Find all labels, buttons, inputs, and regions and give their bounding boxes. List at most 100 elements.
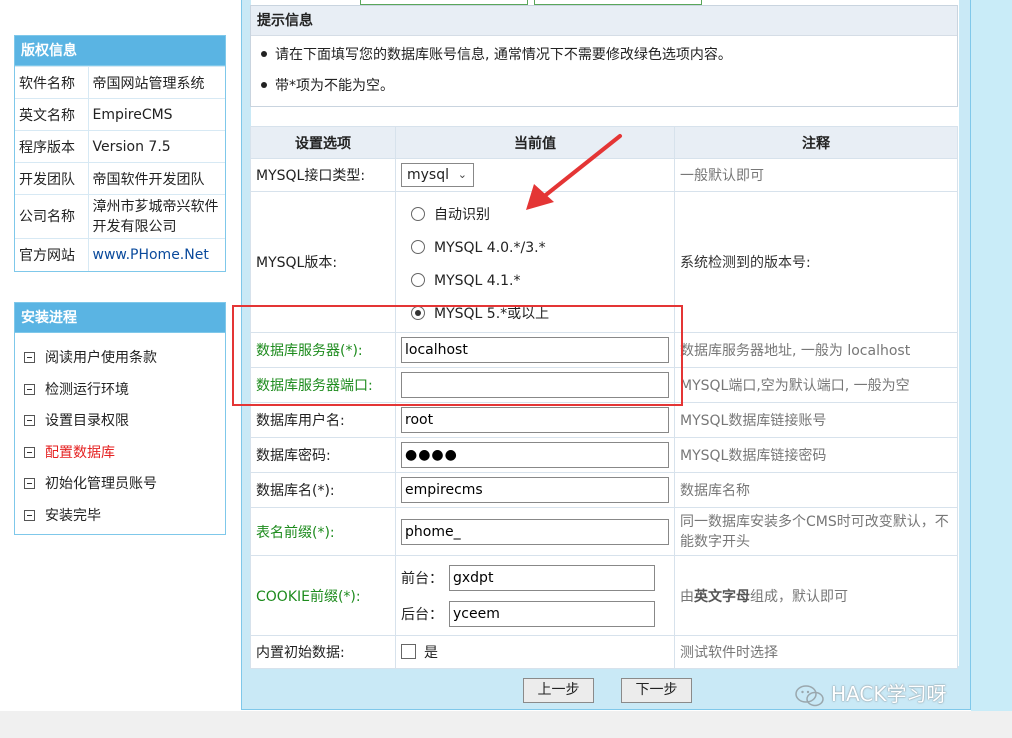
step-label: 安装完毕 <box>45 507 101 524</box>
cookie-prefix-note: 由英文字母组成，默认即可 <box>674 555 958 636</box>
db-port-note: MYSQL端口,空为默认端口, 一般为空 <box>674 367 958 403</box>
radio-label: MYSQL 4.0.*/3.* <box>434 240 546 256</box>
copyright-table: 软件名称 帝国网站管理系统 英文名称 EmpireCMS 程序版本 Version 7… <box>15 66 225 271</box>
progress-step-list: 阅读用户使用条款 检测运行环境 设置目录权限 配置数据库 初始化管理员账号 安装… <box>15 333 225 533</box>
notice-line: 请在下面填写您的数据库账号信息, 通常情况下不需要修改绿色选项内容。 <box>251 40 957 71</box>
copyright-key: 开发团队 <box>15 162 89 195</box>
collapse-icon <box>24 352 35 363</box>
table-row: 数据库密码: MYSQL数据库链接密码 <box>250 437 958 473</box>
db-password-input[interactable] <box>401 442 669 468</box>
header-option: 设置选项 <box>250 126 396 159</box>
notice-text: 请在下面填写您的数据库账号信息, 通常情况下不需要修改绿色选项内容。 <box>275 47 732 63</box>
init-data-label: 内置初始数据: <box>250 635 396 669</box>
table-row: 数据库名(*): 数据库名称 <box>250 472 958 508</box>
version-option[interactable]: MYSQL 4.0.*/3.* <box>401 232 669 265</box>
cookie-prefix-label: COOKIE前缀(*): <box>250 555 396 636</box>
progress-step: 设置目录权限 <box>15 406 225 438</box>
radio-button[interactable] <box>411 207 425 221</box>
next-step-button[interactable]: 下一步 <box>621 678 692 703</box>
chevron-down-icon: ⌄ <box>457 168 467 181</box>
highlight-box <box>232 305 683 406</box>
official-site-link[interactable]: www.PHome.Net <box>88 238 225 271</box>
progress-title: 安装进程 <box>15 303 225 333</box>
notice-line: 带*项为不能为空。 <box>251 71 957 102</box>
install-progress-panel: 安装进程 阅读用户使用条款 检测运行环境 设置目录权限 配置数据库 初始化管理员… <box>14 302 226 535</box>
mysql-interface-note: 一般默认即可 <box>674 158 958 192</box>
mysql-version-note: 系统检测到的版本号: <box>674 191 958 333</box>
bullet-icon <box>261 82 267 88</box>
mysql-interface-select[interactable]: mysql ⌄ <box>401 163 474 187</box>
copyright-key: 软件名称 <box>15 66 89 99</box>
table-row: 内置初始数据: 是 测试软件时选择 <box>250 635 958 669</box>
step-label: 检测运行环境 <box>45 381 129 398</box>
db-name-label: 数据库名(*): <box>250 472 396 508</box>
radio-button[interactable] <box>411 240 425 254</box>
copyright-title: 版权信息 <box>15 36 225 66</box>
nav-buttons: 上一步 下一步 <box>523 678 719 703</box>
note-text: 由 <box>680 588 694 605</box>
header-note: 注释 <box>674 126 958 159</box>
radio-button[interactable] <box>411 273 425 287</box>
db-user-input[interactable] <box>401 407 669 433</box>
copyright-value: Version 7.5 <box>88 130 225 163</box>
cookie-back-label: 后台： <box>401 606 443 623</box>
table-row: 表名前缀(*): 同一数据库安装多个CMS时可改变默认，不能数字开头 <box>250 507 958 556</box>
copyright-value: 帝国网站管理系统 <box>88 66 225 99</box>
checkbox-label: 是 <box>424 645 438 661</box>
collapse-icon <box>24 446 35 458</box>
copyright-panel: 版权信息 软件名称 帝国网站管理系统 英文名称 EmpireCMS 程序版本 Vers… <box>14 35 226 272</box>
table-prefix-note: 同一数据库安装多个CMS时可改变默认，不能数字开头 <box>674 507 958 556</box>
cookie-back-input[interactable] <box>449 600 655 627</box>
wechat-icon <box>795 684 824 706</box>
notice-title: 提示信息 <box>251 6 957 36</box>
radio-label: MYSQL 4.1.* <box>434 273 521 289</box>
select-value: mysql <box>407 167 449 183</box>
progress-step: 安装完毕 <box>15 501 225 533</box>
watermark: HACK学习呀 <box>795 678 946 710</box>
prev-step-button[interactable]: 上一步 <box>523 678 594 703</box>
progress-step-active: 配置数据库 <box>15 438 225 470</box>
copyright-value: EmpireCMS <box>88 98 225 131</box>
bullet-icon <box>261 51 267 57</box>
cookie-back-line: 后台： <box>401 596 669 632</box>
collapse-icon <box>24 383 35 395</box>
progress-step: 初始化管理员账号 <box>15 469 225 501</box>
radio-label: 自动识别 <box>434 207 490 223</box>
copyright-value: 漳州市芗城帝兴软件开发有限公司 <box>88 194 225 239</box>
step-label: 设置目录权限 <box>45 413 129 430</box>
right-background-strip <box>971 0 1012 738</box>
copyright-key: 官方网站 <box>15 238 89 271</box>
db-name-note: 数据库名称 <box>674 472 958 508</box>
db-user-note: MYSQL数据库链接账号 <box>674 402 958 438</box>
version-option[interactable]: MYSQL 4.1.* <box>401 265 669 298</box>
init-data-checkbox[interactable] <box>401 644 416 659</box>
collapse-icon <box>24 478 35 490</box>
notice-panel: 提示信息 请在下面填写您的数据库账号信息, 通常情况下不需要修改绿色选项内容。 … <box>250 5 958 107</box>
note-text: 组成，默认即可 <box>750 588 848 605</box>
db-user-label: 数据库用户名: <box>250 402 396 438</box>
table-prefix-input[interactable] <box>401 518 669 545</box>
collapse-icon <box>24 509 35 521</box>
notice-text: 带*项为不能为空。 <box>275 78 394 94</box>
table-row: COOKIE前缀(*): 前台： 后台： 由英文字母组成，默认即可 <box>250 555 958 636</box>
copyright-key: 英文名称 <box>15 98 89 131</box>
db-server-note: 数据库服务器地址, 一般为 localhost <box>674 332 958 368</box>
step-label: 配置数据库 <box>45 444 115 461</box>
copyright-key: 程序版本 <box>15 130 89 163</box>
table-row: 数据库用户名: MYSQL数据库链接账号 <box>250 402 958 438</box>
step-label: 阅读用户使用条款 <box>45 350 157 366</box>
bottom-status-strip <box>0 711 1012 738</box>
collapse-icon <box>24 415 35 427</box>
cookie-front-line: 前台： <box>401 560 669 596</box>
table-prefix-label: 表名前缀(*): <box>250 507 396 556</box>
db-password-note: MYSQL数据库链接密码 <box>674 437 958 473</box>
cookie-front-input[interactable] <box>449 564 655 591</box>
mysql-interface-label: MYSQL接口类型: <box>250 158 396 192</box>
init-data-note: 测试软件时选择 <box>674 635 958 669</box>
db-name-input[interactable] <box>401 477 669 503</box>
cookie-front-label: 前台： <box>401 570 443 587</box>
progress-step: 检测运行环境 <box>15 375 225 407</box>
red-arrow-icon <box>526 134 622 210</box>
copyright-key: 公司名称 <box>15 194 89 239</box>
copyright-value: 帝国软件开发团队 <box>88 162 225 195</box>
